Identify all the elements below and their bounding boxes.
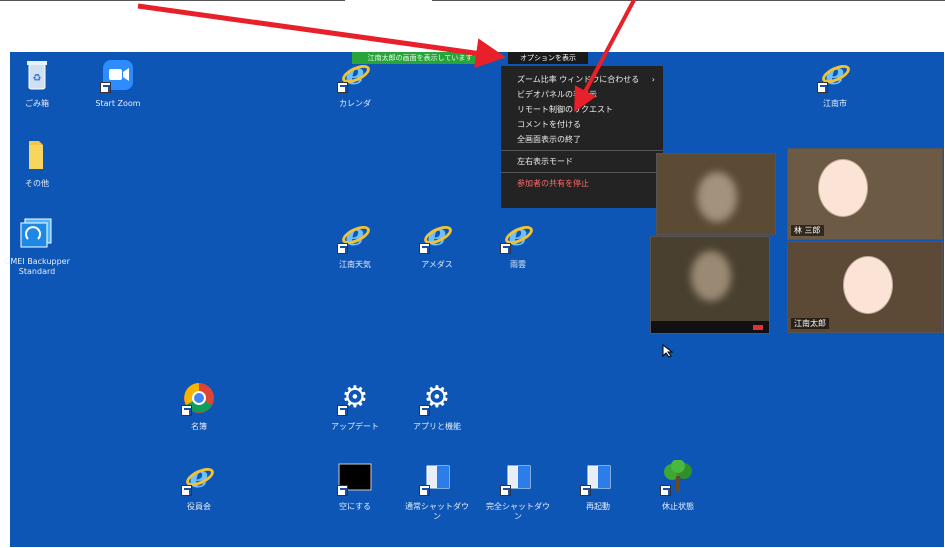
arrow-to-menu — [574, 0, 636, 113]
annotation-arrows — [137, 0, 636, 113]
arrow-to-share-bar — [137, 3, 506, 69]
